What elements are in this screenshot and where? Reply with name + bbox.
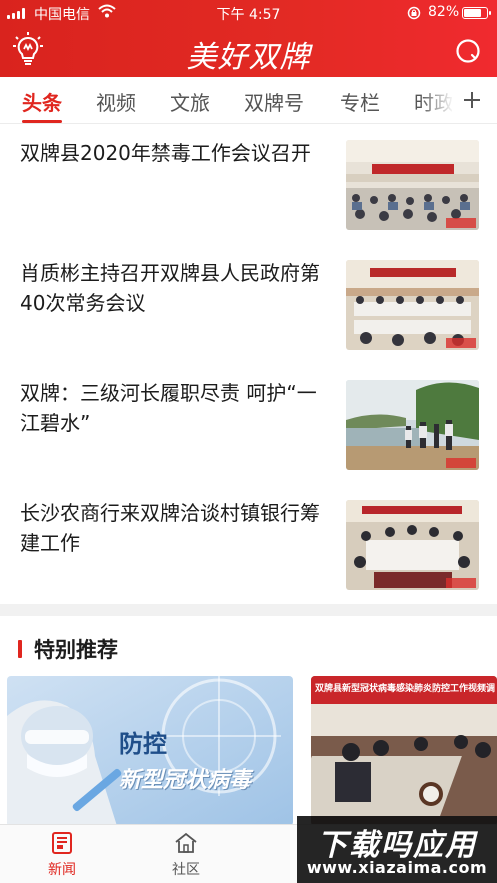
status-bar: 中国电信 下午 4:57 82%: [0, 0, 497, 26]
card-banner-text: 双牌县新型冠状病毒感染肺炎防控工作视频调度: [315, 684, 495, 694]
news-title[interactable]: 双牌：三级河长履职尽责 呵护“一江碧水”: [20, 378, 330, 438]
battery-percent: 82%: [428, 4, 460, 20]
meeting-photo-icon: [311, 676, 497, 826]
tab-video[interactable]: 视频: [96, 87, 136, 116]
card-caption-line2: 新型冠状病毒: [119, 768, 252, 793]
app-screen: 中国电信 下午 4:57 82% 美好双牌 头条 视频 文旅 双牌号 专栏 双牌…: [0, 0, 497, 883]
news-item[interactable]: 双牌：三级河长履职尽责 呵护“一江碧水”: [0, 364, 497, 484]
rotation-lock-icon: [407, 6, 421, 20]
news-icon: [52, 832, 72, 854]
section-divider: [0, 604, 497, 616]
recommend-card[interactable]: 双牌县新型冠状病毒感染肺炎防控工作视频调度: [311, 676, 497, 826]
app-header: 中国电信 下午 4:57 82% 美好双牌: [0, 0, 497, 77]
battery-icon: [462, 7, 491, 19]
home-icon: [175, 832, 197, 853]
tab-column[interactable]: 专栏: [340, 87, 380, 116]
watermark-url: www.xiazaima.com: [306, 858, 488, 877]
category-tabs: 头条 视频 文旅 双牌号 专栏 时政: [0, 77, 497, 124]
meeting-room-photo-icon[interactable]: [346, 260, 479, 350]
plus-icon[interactable]: [462, 90, 482, 110]
card-caption-line1: 防控: [119, 730, 167, 758]
news-item[interactable]: 双牌县2020年禁毒工作会议召开: [0, 124, 497, 244]
bottom-tab-label: 社区: [172, 862, 200, 878]
bottom-tab-label: 新闻: [48, 862, 76, 878]
bottom-tab-community[interactable]: 社区: [156, 831, 216, 879]
river-inspection-photo-icon[interactable]: [346, 380, 479, 470]
news-title[interactable]: 双牌县2020年禁毒工作会议召开: [20, 138, 330, 168]
app-title: 美好双牌: [186, 40, 311, 75]
conference-table-photo-icon[interactable]: [346, 500, 479, 590]
news-item[interactable]: 肖质彬主持召开双牌县人民政府第40次常务会议: [0, 244, 497, 364]
recommend-card[interactable]: 防控 新型冠状病毒: [7, 676, 293, 826]
tab-culture-travel[interactable]: 文旅: [170, 87, 210, 116]
watermark: 下载吗应用 www.xiazaima.com: [297, 816, 497, 883]
news-title[interactable]: 长沙农商行来双牌洽谈村镇银行筹建工作: [20, 498, 330, 558]
tab-shuangpai-account[interactable]: 双牌号: [244, 87, 304, 116]
section-accent-bar: [18, 640, 22, 658]
status-time: 下午 4:57: [216, 7, 281, 23]
news-item[interactable]: 长沙农商行来双牌洽谈村镇银行筹建工作: [0, 484, 497, 604]
tabs-fade: [420, 77, 452, 123]
bottom-tab-news[interactable]: 新闻: [32, 831, 92, 879]
meeting-hall-photo-icon[interactable]: [346, 140, 479, 230]
news-title[interactable]: 肖质彬主持召开双牌县人民政府第40次常务会议: [20, 258, 330, 318]
active-tab-indicator: [22, 120, 62, 123]
section-title: 特别推荐: [34, 638, 118, 662]
tab-headline[interactable]: 头条: [22, 87, 62, 116]
search-icon[interactable]: [455, 38, 481, 64]
